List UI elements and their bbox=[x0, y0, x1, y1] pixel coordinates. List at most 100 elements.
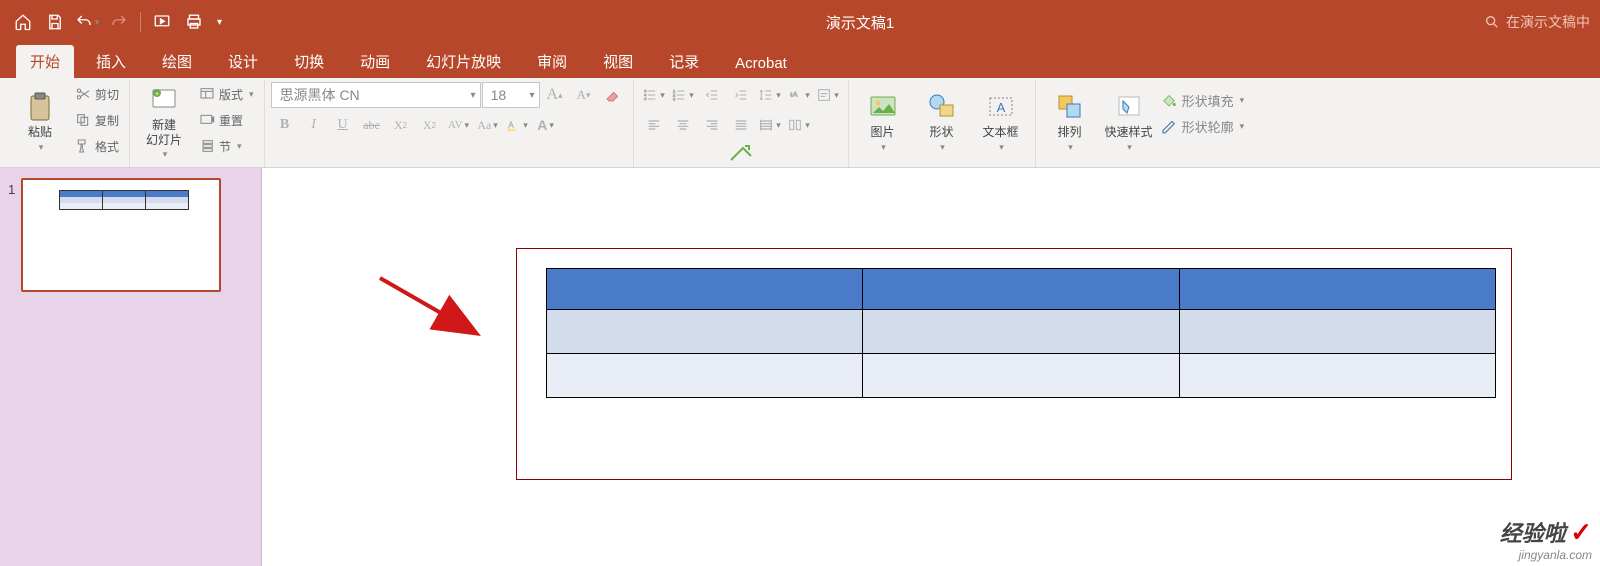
brush-icon bbox=[75, 138, 91, 154]
ribbon-tab-bar: 开始 插入 绘图 设计 切换 动画 幻灯片放映 审阅 视图 记录 Acrobat bbox=[0, 44, 1600, 78]
bullets-icon bbox=[642, 87, 658, 103]
columns-button[interactable]: ▾ bbox=[785, 112, 813, 138]
table-cell[interactable] bbox=[1179, 310, 1495, 354]
decrease-font-button[interactable]: A▾ bbox=[570, 82, 598, 108]
section-button[interactable]: 节▾ bbox=[195, 134, 258, 158]
change-case-button[interactable]: Aa▾ bbox=[474, 112, 502, 138]
group-slides: + 新建幻灯片 ▾ 版式▾ 重置 节▾ bbox=[130, 80, 265, 167]
slide-canvas[interactable]: 经验啦 ✓ jingyanla.com bbox=[262, 168, 1600, 566]
format-painter-button[interactable]: 格式 bbox=[71, 134, 123, 158]
table-cell[interactable] bbox=[547, 310, 863, 354]
redo-icon-button[interactable] bbox=[104, 7, 134, 37]
table-row[interactable] bbox=[547, 354, 1496, 398]
watermark: 经验啦 ✓ jingyanla.com bbox=[1500, 516, 1592, 562]
group-paragraph: ▾ 123▾ ▾ ↕A▾ ▾ ▾ ▾ 转换为SmartArt bbox=[634, 80, 849, 167]
increase-indent-button[interactable] bbox=[727, 82, 755, 108]
shape-outline-button[interactable]: 形状轮廓▾ bbox=[1160, 114, 1245, 138]
clear-formatting-button[interactable] bbox=[599, 82, 627, 108]
slide-number: 1 bbox=[8, 178, 15, 556]
table-cell[interactable] bbox=[863, 354, 1179, 398]
pictures-button[interactable]: 图片▾ bbox=[855, 82, 911, 162]
slide-table[interactable] bbox=[546, 268, 1496, 398]
bullets-button[interactable]: ▾ bbox=[640, 82, 668, 108]
tab-draw[interactable]: 绘图 bbox=[148, 45, 206, 78]
qat-customize-dropdown[interactable]: ▾ bbox=[211, 17, 228, 28]
save-icon-button[interactable] bbox=[40, 7, 70, 37]
search-box[interactable]: 在演示文稿中 bbox=[1484, 12, 1590, 32]
slide-thumbnail-pane[interactable]: 1 bbox=[0, 168, 262, 566]
tab-design[interactable]: 设计 bbox=[214, 45, 272, 78]
ribbon: 粘贴 ▾ 剪切 复制 格式 + 新建幻灯片 ▾ 版式▾ 重置 节▾ bbox=[0, 78, 1600, 168]
tab-review[interactable]: 审阅 bbox=[523, 45, 581, 78]
bold-button[interactable]: B bbox=[271, 112, 299, 138]
font-color-button[interactable]: A▾ bbox=[532, 112, 560, 138]
distributed-button[interactable]: ▾ bbox=[756, 112, 784, 138]
scissors-icon bbox=[75, 86, 91, 102]
decrease-indent-button[interactable] bbox=[698, 82, 726, 108]
layout-icon bbox=[199, 86, 215, 102]
line-spacing-button[interactable]: ▾ bbox=[756, 82, 784, 108]
font-name-combo[interactable]: 思源黑体 CN bbox=[271, 82, 481, 108]
group-clipboard: 粘贴 ▾ 剪切 复制 格式 bbox=[6, 80, 130, 167]
shape-fill-button[interactable]: 形状填充▾ bbox=[1160, 88, 1245, 112]
align-left-button[interactable] bbox=[640, 112, 668, 138]
eraser-icon bbox=[605, 87, 621, 103]
tab-record[interactable]: 记录 bbox=[655, 45, 713, 78]
copy-icon bbox=[75, 112, 91, 128]
arrange-button[interactable]: 排列▾ bbox=[1042, 82, 1098, 162]
check-icon: ✓ bbox=[1570, 517, 1592, 547]
slide-thumbnail-1[interactable] bbox=[21, 178, 221, 292]
numbering-button[interactable]: 123▾ bbox=[669, 82, 697, 108]
table-cell[interactable] bbox=[1179, 354, 1495, 398]
smartart-icon bbox=[725, 138, 757, 170]
underline-button[interactable]: U bbox=[329, 112, 357, 138]
svg-text:A: A bbox=[996, 100, 1005, 115]
pen-outline-icon bbox=[1160, 117, 1178, 135]
group-font: 思源黑体 CN 18 A▴ A▾ B I U abc X2 X2 AV▾ Aa▾… bbox=[265, 80, 634, 167]
tab-insert[interactable]: 插入 bbox=[82, 45, 140, 78]
svg-text:3: 3 bbox=[673, 96, 676, 101]
copy-button[interactable]: 复制 bbox=[71, 108, 123, 132]
table-cell[interactable] bbox=[1179, 269, 1495, 310]
new-slide-button[interactable]: + 新建幻灯片 ▾ bbox=[136, 82, 192, 162]
table-header-row[interactable] bbox=[547, 269, 1496, 310]
tab-acrobat[interactable]: Acrobat bbox=[721, 49, 801, 78]
tab-animations[interactable]: 动画 bbox=[346, 45, 404, 78]
layout-button[interactable]: 版式▾ bbox=[195, 82, 258, 106]
increase-font-button[interactable]: A▴ bbox=[541, 82, 569, 108]
quick-styles-icon bbox=[1113, 91, 1145, 123]
home-icon-button[interactable] bbox=[8, 7, 38, 37]
table-row[interactable] bbox=[547, 310, 1496, 354]
quick-styles-button[interactable]: 快速样式▾ bbox=[1101, 82, 1157, 162]
tab-home[interactable]: 开始 bbox=[16, 45, 74, 78]
justify-button[interactable] bbox=[727, 112, 755, 138]
textbox-button[interactable]: A 文本框▾ bbox=[973, 82, 1029, 162]
shapes-button[interactable]: 形状▾ bbox=[914, 82, 970, 162]
print-icon-button[interactable] bbox=[179, 7, 209, 37]
table-cell[interactable] bbox=[863, 269, 1179, 310]
reset-button[interactable]: 重置 bbox=[195, 108, 258, 132]
text-direction-button[interactable]: ↕A▾ bbox=[785, 82, 813, 108]
font-size-combo[interactable]: 18 bbox=[482, 82, 540, 108]
tab-transitions[interactable]: 切换 bbox=[280, 45, 338, 78]
tab-view[interactable]: 视图 bbox=[589, 45, 647, 78]
highlight-button[interactable]: ▾ bbox=[503, 112, 531, 138]
subscript-button[interactable]: X2 bbox=[416, 112, 444, 138]
tab-slideshow[interactable]: 幻灯片放映 bbox=[412, 45, 515, 78]
char-spacing-button[interactable]: AV▾ bbox=[445, 112, 473, 138]
table-cell[interactable] bbox=[547, 354, 863, 398]
table-cell[interactable] bbox=[547, 269, 863, 310]
undo-icon-button[interactable]: ▾ bbox=[72, 7, 102, 37]
cut-button[interactable]: 剪切 bbox=[71, 82, 123, 106]
present-from-start-icon-button[interactable] bbox=[147, 7, 177, 37]
strike-button[interactable]: abc bbox=[358, 112, 386, 138]
align-right-icon bbox=[704, 117, 720, 133]
paste-button[interactable]: 粘贴 ▾ bbox=[12, 82, 68, 162]
align-right-button[interactable] bbox=[698, 112, 726, 138]
align-center-button[interactable] bbox=[669, 112, 697, 138]
table-cell[interactable] bbox=[863, 310, 1179, 354]
distributed-icon bbox=[758, 117, 774, 133]
superscript-button[interactable]: X2 bbox=[387, 112, 415, 138]
italic-button[interactable]: I bbox=[300, 112, 328, 138]
align-text-button[interactable]: ▾ bbox=[814, 82, 842, 108]
